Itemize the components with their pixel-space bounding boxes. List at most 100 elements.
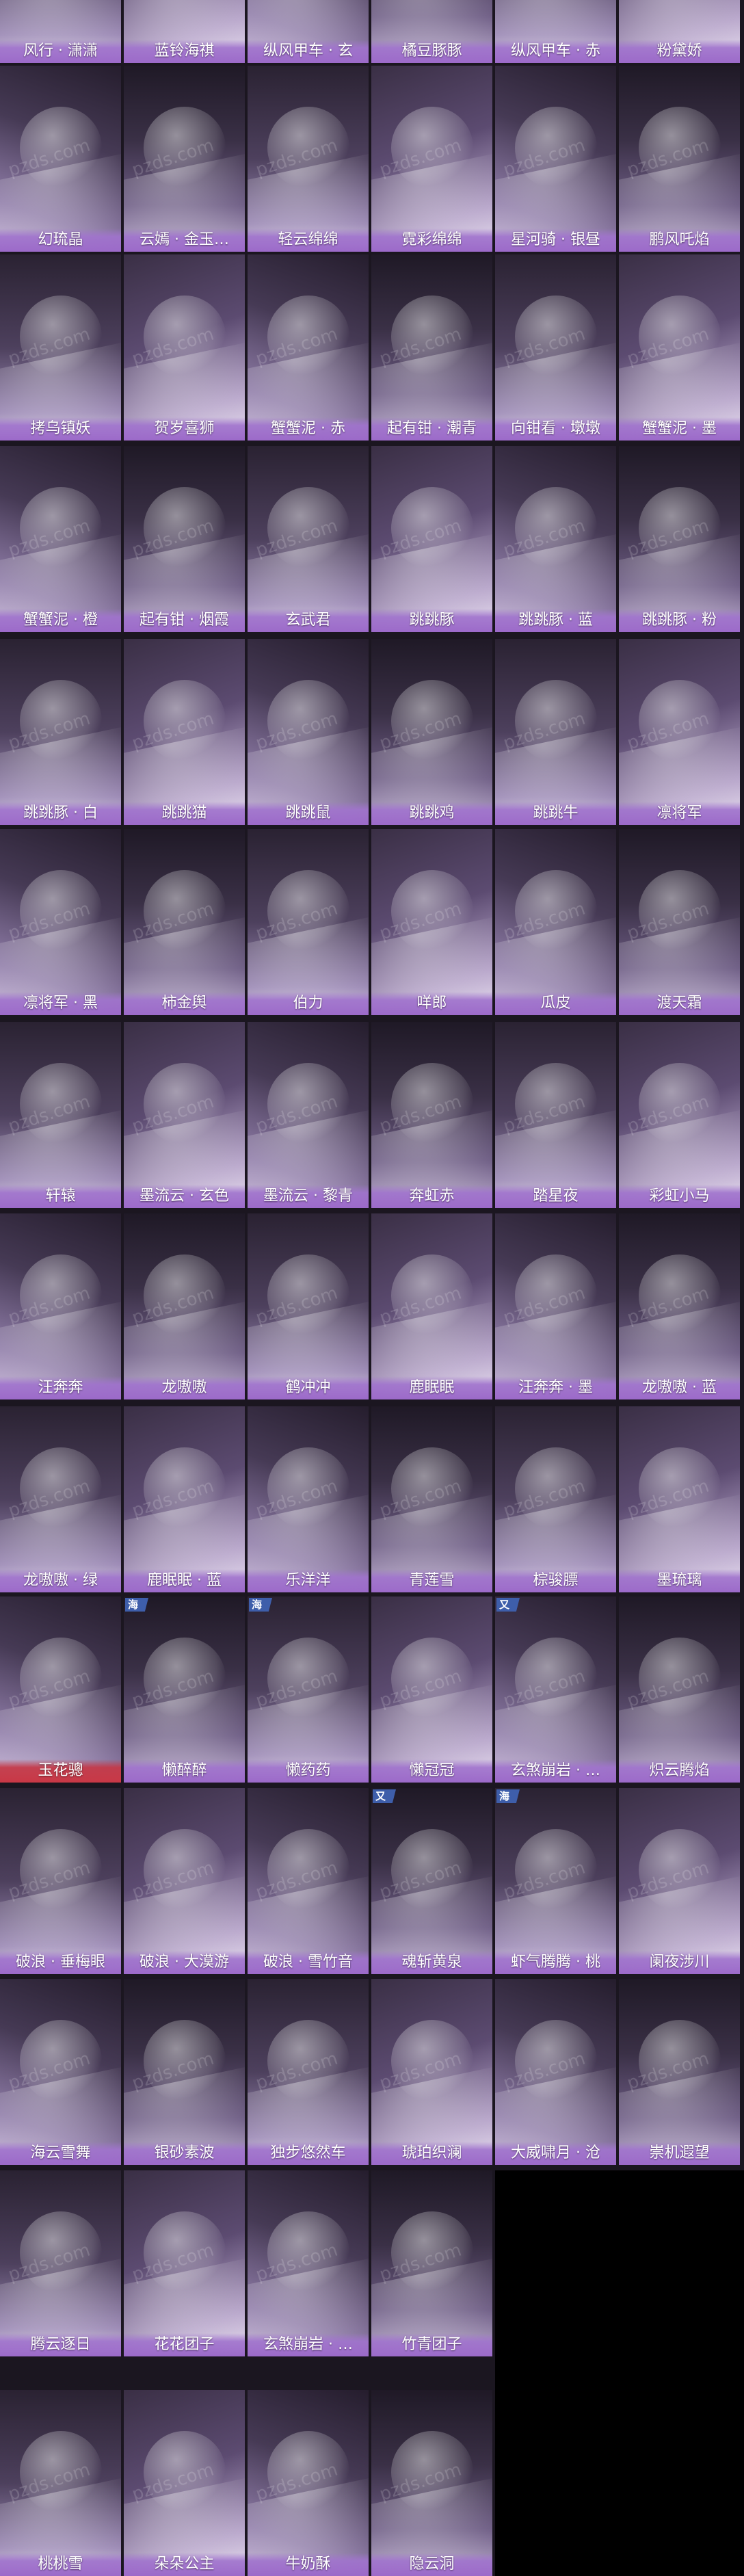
mount-card[interactable]: pzds.com炽云腾焰 [619,1596,740,1783]
mount-card[interactable]: pzds.com又魂斩黄泉 [371,1788,492,1974]
mount-image [514,1828,597,1911]
mount-card[interactable]: pzds.com轩辕 [0,1022,121,1208]
mount-card[interactable]: pzds.com竹青团子 [371,2170,492,2356]
mount-card[interactable]: pzds.com墨流云 · 黎青 [248,1022,369,1208]
mount-card[interactable]: pzds.com桃桃雪 [0,2390,121,2576]
mount-image [390,1062,473,1145]
mount-card[interactable]: pzds.com大威啸月 · 沧 [495,1979,616,2165]
card-corner-badge: 海 [496,1789,520,1803]
mount-card[interactable]: pzds.com跳跳豚 [371,446,492,632]
mount-image [267,106,349,189]
mount-card[interactable]: pzds.com崇机遐望 [619,1979,740,2165]
mount-card[interactable]: pzds.com阑夜涉川 [619,1788,740,1974]
mount-card[interactable]: pzds.com向钳看 · 墩墩 [495,254,616,441]
mount-card[interactable]: pzds.com鹿眠眠 [371,1213,492,1399]
mount-card[interactable]: pzds.com贺岁喜狮 [124,254,245,441]
mount-card[interactable]: pzds.com花花团子 [124,2170,245,2356]
mount-card[interactable]: pzds.com海云雪舞 [0,1979,121,2165]
mount-card[interactable]: pzds.com破浪 · 大漠游 [124,1788,245,1974]
mount-card[interactable]: pzds.com奔虹赤 [371,1022,492,1208]
mount-card[interactable]: pzds.com伯力 [248,829,369,1015]
mount-image [390,679,473,762]
mount-card[interactable]: pzds.com幻琉晶 [0,66,121,252]
mount-card[interactable]: pzds.com纵风甲车 · 玄 [248,0,369,63]
mount-card[interactable]: pzds.com风行 · 潇潇 [0,0,121,63]
mount-card[interactable]: pzds.com跳跳猫 [124,639,245,825]
mount-card[interactable]: pzds.com龙嗷嗷 · 绿 [0,1406,121,1592]
mount-name-label: 蟹蟹泥 · 墨 [619,417,740,441]
mount-card[interactable]: pzds.com蟹蟹泥 · 橙 [0,446,121,632]
mount-card[interactable]: pzds.com银砂素波 [124,1979,245,2165]
mount-card[interactable]: pzds.com渡天霜 [619,829,740,1015]
mount-card[interactable]: pzds.com鹿眠眠 · 蓝 [124,1406,245,1592]
mount-name-label: 彩虹小马 [619,1185,740,1208]
mount-image [143,1637,226,1720]
mount-card[interactable]: pzds.com咩郎 [371,829,492,1015]
mount-card[interactable]: pzds.com鹏风吒焰 [619,66,740,252]
mount-name-label: 橘豆豚豚 [371,40,492,63]
mount-card[interactable]: pzds.com跳跳豚 · 粉 [619,446,740,632]
mount-card[interactable]: pzds.com跳跳鼠 [248,639,369,825]
mount-card[interactable]: pzds.com轻云绵绵 [248,66,369,252]
mount-card[interactable]: pzds.com破浪 · 垂梅眼 [0,1788,121,1974]
mount-card[interactable]: pzds.com龙嗷嗷 · 蓝 [619,1213,740,1399]
mount-card[interactable]: pzds.com汪奔奔 · 墨 [495,1213,616,1399]
mount-name-label: 朵朵公主 [124,2553,245,2576]
mount-card[interactable]: pzds.com墨琉璃 [619,1406,740,1592]
mount-name-label: 腾云逐日 [0,2333,121,2356]
mount-card[interactable]: pzds.com踏星夜 [495,1022,616,1208]
mount-card[interactable]: pzds.com海虾气腾腾 · 桃 [495,1788,616,1974]
mount-card[interactable]: pzds.com拷乌镇妖 [0,254,121,441]
mount-card[interactable]: pzds.com蓝铃海祺 [124,0,245,63]
mount-card[interactable]: pzds.com玄煞崩岩 · … [248,2170,369,2356]
mount-image [143,1254,226,1337]
mount-card[interactable]: pzds.com破浪 · 雪竹音 [248,1788,369,1974]
mount-card[interactable]: pzds.com玉花骢 [0,1596,121,1783]
mount-card[interactable]: pzds.com起有钳 · 潮青 [371,254,492,441]
mount-image [390,2430,473,2513]
mount-card[interactable]: pzds.com独步悠然车 [248,1979,369,2165]
mount-image [390,869,473,952]
mount-image [267,486,349,569]
mount-card[interactable]: pzds.com玄武君 [248,446,369,632]
mount-card[interactable]: pzds.com彩虹小马 [619,1022,740,1208]
mount-card[interactable]: pzds.com牛奶酥 [248,2390,369,2576]
mount-card[interactable]: pzds.com懒冠冠 [371,1596,492,1783]
mount-card[interactable]: pzds.com汪奔奔 [0,1213,121,1399]
mount-card[interactable]: pzds.com又玄煞崩岩 · … [495,1596,616,1783]
mount-card[interactable]: pzds.com蟹蟹泥 · 墨 [619,254,740,441]
mount-card[interactable]: pzds.com青莲雪 [371,1406,492,1592]
mount-card[interactable]: pzds.com墨流云 · 玄色 [124,1022,245,1208]
mount-card[interactable]: pzds.com柿金舆 [124,829,245,1015]
mount-card[interactable]: pzds.com朵朵公主 [124,2390,245,2576]
mount-image [514,295,597,378]
mount-card[interactable]: pzds.com凛将军 · 黑 [0,829,121,1015]
mount-card[interactable]: pzds.com星河骑 · 银昼 [495,66,616,252]
mount-card[interactable]: pzds.com海懒药药 [248,1596,369,1783]
empty-area [495,2170,744,2576]
mount-card[interactable]: pzds.com纵风甲车 · 赤 [495,0,616,63]
mount-card[interactable]: pzds.com橘豆豚豚 [371,0,492,63]
mount-card[interactable]: pzds.com龙嗷嗷 [124,1213,245,1399]
mount-card[interactable]: pzds.com跳跳鸡 [371,639,492,825]
mount-card[interactable]: pzds.com海懒醉醉 [124,1596,245,1783]
mount-card[interactable]: pzds.com霓彩绵绵 [371,66,492,252]
mount-card[interactable]: pzds.com起有钳 · 烟霞 [124,446,245,632]
mount-card[interactable]: pzds.com跳跳牛 [495,639,616,825]
mount-card[interactable]: pzds.com粉黛娇 [619,0,740,63]
mount-card[interactable]: pzds.com瓜皮 [495,829,616,1015]
mount-card[interactable]: pzds.com棕骏膘 [495,1406,616,1592]
mount-card[interactable]: pzds.com琥珀织澜 [371,1979,492,2165]
mount-card[interactable]: pzds.com乐洋洋 [248,1406,369,1592]
mount-name-label: 桃桃雪 [0,2553,121,2576]
mount-card[interactable]: pzds.com云嫣 · 金玉… [124,66,245,252]
mount-card[interactable]: pzds.com凛将军 [619,639,740,825]
mount-card[interactable]: pzds.com跳跳豚 · 蓝 [495,446,616,632]
mount-card[interactable]: pzds.com跳跳豚 · 白 [0,639,121,825]
mount-name-label: 跳跳豚 · 粉 [619,609,740,632]
mount-card[interactable]: pzds.com蟹蟹泥 · 赤 [248,254,369,441]
mount-card[interactable]: pzds.com隐云洞 [371,2390,492,2576]
mount-card[interactable]: pzds.com鹤冲冲 [248,1213,369,1399]
mount-card[interactable]: pzds.com腾云逐日 [0,2170,121,2356]
mount-name-label: 蟹蟹泥 · 橙 [0,609,121,632]
